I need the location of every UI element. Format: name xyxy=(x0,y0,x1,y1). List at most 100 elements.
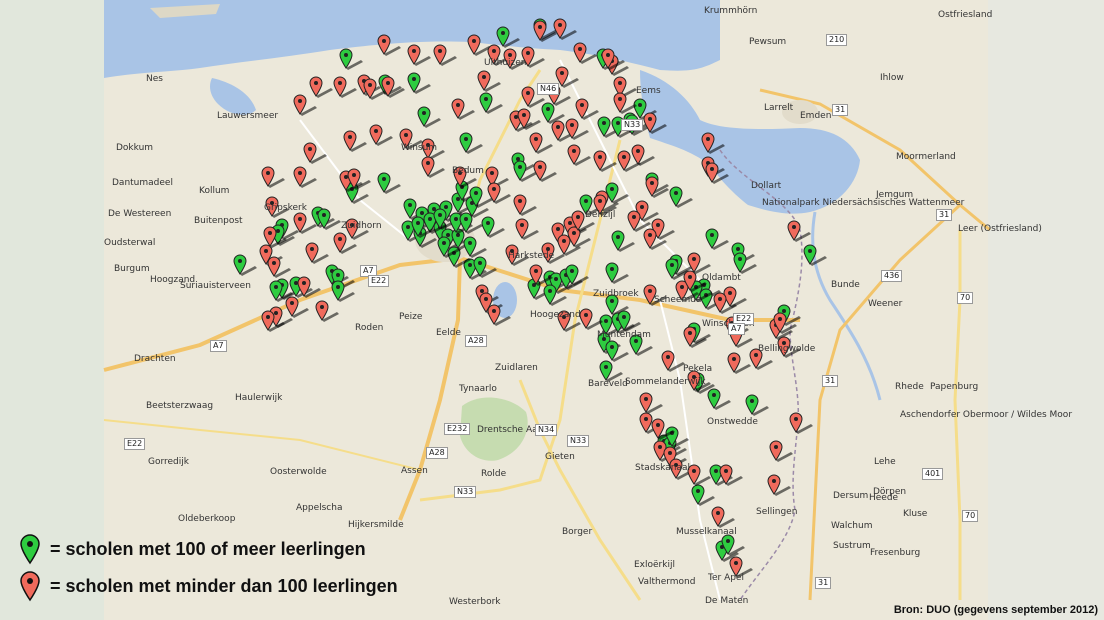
highway-shield: A7 xyxy=(728,323,745,335)
place-label: Hoogezand xyxy=(530,310,581,320)
place-label: Onstwedde xyxy=(707,417,758,427)
place-label: Peize xyxy=(399,312,423,322)
place-label: Dokkum xyxy=(116,143,154,153)
red-pin-icon xyxy=(20,571,40,602)
place-label: Bellingwolde xyxy=(758,344,816,354)
place-label: Gieten xyxy=(545,452,575,462)
place-label: Eems xyxy=(636,86,661,96)
place-label: Moormerland xyxy=(896,152,956,162)
place-label: Pekela xyxy=(683,364,713,374)
place-label: Stadskanaal xyxy=(635,463,690,473)
place-label: Lauwersmeer xyxy=(217,111,279,121)
highway-shield: N34 xyxy=(535,424,558,436)
highway-shield: 70 xyxy=(962,510,979,522)
highway-shield: 436 xyxy=(881,270,903,282)
place-label: Dollart xyxy=(751,181,782,191)
place-label: Kluse xyxy=(903,509,928,519)
place-label: Gorredijk xyxy=(148,457,189,467)
place-label: Scheemda xyxy=(654,295,702,305)
place-label: Sellingen xyxy=(756,507,798,517)
place-label: Larrelt xyxy=(764,103,794,113)
place-label: Papenburg xyxy=(930,382,979,392)
highway-shield: E22 xyxy=(368,275,390,287)
legend-item-green: = scholen met 100 of meer leerlingen xyxy=(14,533,434,569)
highway-shield: A28 xyxy=(465,335,487,347)
source-credit: Bron: DUO (gegevens september 2012) xyxy=(893,604,1098,616)
place-label: Oldambt xyxy=(702,273,741,283)
place-label: Fresenburg xyxy=(870,548,921,558)
place-label: Sustrum xyxy=(833,541,871,551)
place-label: Suriauisterveen xyxy=(180,281,251,291)
highway-shield: N33 xyxy=(621,119,644,131)
place-label: Rolde xyxy=(481,469,507,479)
highway-shield: A7 xyxy=(210,340,227,352)
place-label: Lehe xyxy=(874,457,896,467)
place-label: Bareveld xyxy=(588,379,628,389)
place-label: Winsum xyxy=(401,143,438,153)
highway-shield: N46 xyxy=(537,83,560,95)
place-label: Eelde xyxy=(436,328,461,338)
place-label: Weener xyxy=(868,299,903,309)
place-label: Oudsterwal xyxy=(104,238,156,248)
place-label: Valthermond xyxy=(638,577,696,587)
legend-label-green: = scholen met 100 of meer leerlingen xyxy=(50,539,366,559)
place-label: Borger xyxy=(562,527,593,537)
place-label: Ostfriesland xyxy=(938,10,993,20)
place-label: Exloërkijl xyxy=(634,560,675,570)
place-label: Buitenpost xyxy=(194,216,243,226)
place-label: Assen xyxy=(401,466,428,476)
left-fade-panel xyxy=(0,0,104,620)
place-label: Hijkersmilde xyxy=(348,520,404,530)
place-label: Kollum xyxy=(199,186,230,196)
place-label: Krummhörn xyxy=(704,6,758,16)
place-label: Bedum xyxy=(452,166,484,176)
place-label: Roden xyxy=(355,323,384,333)
place-label: Musselkanaal xyxy=(676,527,737,537)
place-label: Drachten xyxy=(134,354,176,364)
place-label: Heede xyxy=(869,493,899,503)
highway-shield: N33 xyxy=(567,435,590,447)
highway-shield: 210 xyxy=(826,34,848,46)
place-label: Dersum xyxy=(833,491,869,501)
place-label: Oldeberkoop xyxy=(178,514,236,524)
place-label: Rhede xyxy=(895,382,924,392)
right-fade-panel xyxy=(988,0,1104,620)
highway-shield: E232 xyxy=(444,423,471,435)
place-label: Gripskerk xyxy=(264,203,307,213)
place-label: Appelscha xyxy=(296,503,343,513)
highway-shield: 70 xyxy=(957,292,974,304)
place-label: Nationalpark Niedersächsisches Wattenmee… xyxy=(762,198,965,208)
place-label: De Maten xyxy=(705,596,749,606)
place-label: Haulerwijk xyxy=(235,393,283,403)
place-label: Uithuizen xyxy=(484,58,527,68)
highway-shield: N33 xyxy=(454,486,477,498)
place-label: De Westereen xyxy=(108,209,172,219)
place-label: Jemgum xyxy=(876,190,914,200)
legend-item-red: = scholen met minder dan 100 leerlingen xyxy=(14,570,434,606)
highway-shield: A28 xyxy=(426,447,448,459)
place-label: Dantumadeel xyxy=(112,178,173,188)
legend-label-red: = scholen met minder dan 100 leerlingen xyxy=(50,576,398,596)
place-label: Drentsche Aa xyxy=(477,425,538,435)
place-label: Zuidlaren xyxy=(495,363,538,373)
highway-shield: 31 xyxy=(832,104,849,116)
place-label: Sommelanderwijk xyxy=(625,377,706,387)
place-label: Oosterwolde xyxy=(270,467,327,477)
place-label: Leer (Ostfriesland) xyxy=(958,224,1042,234)
place-label: Zuidbroek xyxy=(593,289,639,299)
place-label: Nes xyxy=(146,74,163,84)
place-label: Aschendorfer Obermoor / Wildes Moor xyxy=(900,410,1073,420)
place-label: Bunde xyxy=(831,280,860,290)
place-label: Tynaarlo xyxy=(459,384,497,394)
highway-shield: 31 xyxy=(822,375,839,387)
place-label: Pewsum xyxy=(749,37,787,47)
place-label: Burgum xyxy=(114,264,150,274)
place-label: Beetsterzwaag xyxy=(146,401,214,411)
highway-shield: 31 xyxy=(815,577,832,589)
highway-shield: E22 xyxy=(124,438,146,450)
place-label: Zuidhorn xyxy=(341,221,382,231)
place-label: Muntendam xyxy=(597,330,651,340)
highway-shield: 31 xyxy=(936,209,953,221)
place-label: Emden xyxy=(800,111,832,121)
place-label: Delfzijl xyxy=(585,210,616,220)
